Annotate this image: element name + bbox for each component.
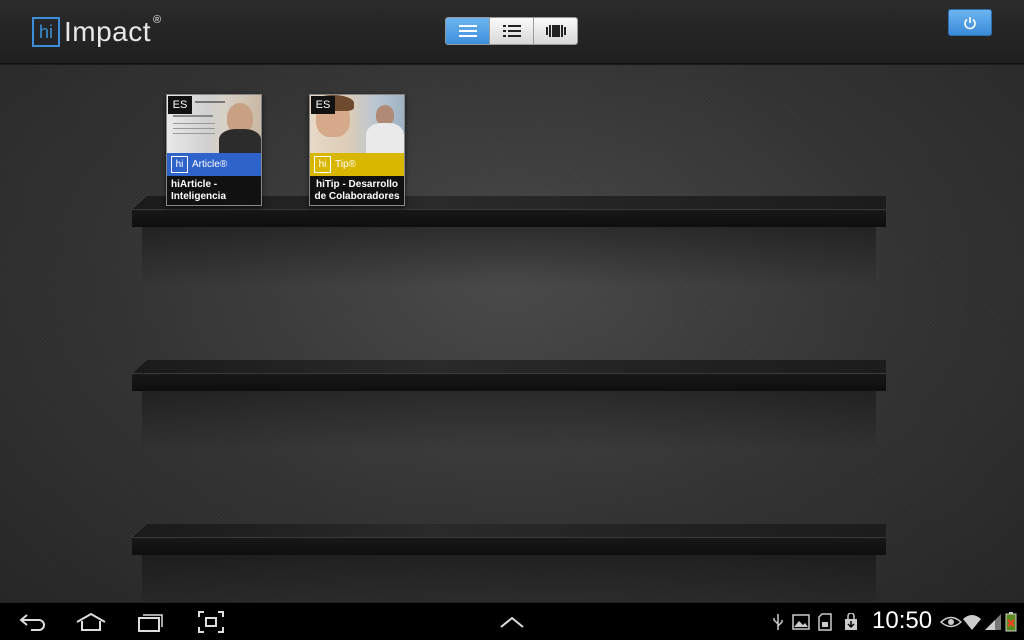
book-type-band: hi Article® <box>167 153 261 176</box>
usb-icon <box>773 614 783 630</box>
back-icon <box>19 614 45 631</box>
system-navigation-bar: 10:50 <box>0 602 1024 640</box>
home-button[interactable] <box>74 611 108 633</box>
status-clock: 10:50 <box>872 607 933 634</box>
logo-wordmark: Impact <box>64 16 152 47</box>
signal-icon <box>985 614 1001 630</box>
view-mode-toggle <box>445 17 578 45</box>
list-view-icon <box>502 25 521 37</box>
usb-status <box>770 611 786 633</box>
up-chevron-icon <box>500 616 524 628</box>
book-title: hiTip - Desarrollo de Colaboradores <box>314 179 400 202</box>
download-icon <box>845 613 857 630</box>
home-icon <box>76 612 106 631</box>
shelf-2 <box>132 360 886 451</box>
logo-registered-mark: ® <box>153 14 162 26</box>
hi-logo-icon: hi <box>171 156 188 173</box>
book-type-label: Article® <box>192 159 228 170</box>
hi-logo-icon: hi <box>314 156 331 173</box>
coverflow-view-button[interactable] <box>534 18 577 44</box>
list-view-button[interactable] <box>490 18 534 44</box>
app-logo: hi Impact ® <box>32 14 162 48</box>
screenshot-icon <box>198 611 224 633</box>
download-status <box>842 611 860 633</box>
language-badge: ES <box>168 96 192 114</box>
gallery-status <box>792 611 810 633</box>
sd-card-icon <box>818 613 832 631</box>
recent-apps-icon <box>138 614 163 632</box>
screenshot-button[interactable] <box>197 611 225 633</box>
book-title: hiArticle - Inteligencia <box>171 179 227 202</box>
app-header: hi Impact ® <box>0 0 1024 64</box>
shelf-view-icon <box>458 25 477 37</box>
recent-apps-button[interactable] <box>136 611 164 633</box>
sd-card-status <box>818 611 832 633</box>
language-badge: ES <box>311 96 335 114</box>
coverflow-view-icon <box>545 25 566 37</box>
eye-icon <box>940 616 962 628</box>
shelf-view-button[interactable] <box>446 18 490 44</box>
book-type-band: hi Tip® <box>310 153 404 176</box>
battery-status <box>1004 611 1018 633</box>
gallery-icon <box>792 614 810 630</box>
power-button[interactable] <box>948 9 992 36</box>
wifi-status <box>962 611 982 633</box>
signal-status <box>984 611 1002 633</box>
bookshelf-area: ES hi Article® hiArticle - Inteligencia … <box>0 65 1024 615</box>
book-type-label: Tip® <box>335 159 356 170</box>
back-button[interactable] <box>18 611 48 633</box>
book-tile-article[interactable]: ES hi Article® hiArticle - Inteligencia <box>166 94 262 206</box>
logo-hi-mark: hi <box>32 17 60 47</box>
expand-button[interactable] <box>498 611 526 633</box>
battery-icon <box>1005 612 1017 632</box>
wifi-icon <box>963 615 981 630</box>
shelf-3 <box>132 524 886 615</box>
eye-status <box>940 611 962 633</box>
power-icon <box>964 16 976 29</box>
book-tile-tip[interactable]: ES hi Tip® hiTip - Desarrollo de Colabor… <box>309 94 405 206</box>
